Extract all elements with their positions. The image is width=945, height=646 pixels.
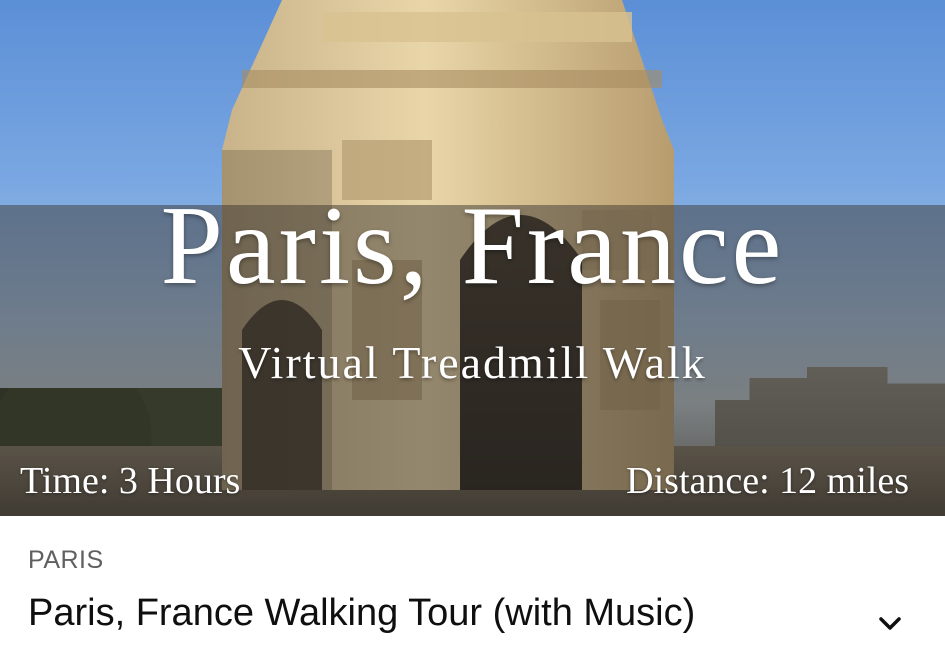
channel-label[interactable]: PARIS: [28, 546, 104, 575]
thumbnail-title: Paris, France: [160, 184, 785, 308]
thumbnail-subtitle: Virtual Treadmill Walk: [238, 337, 707, 388]
video-thumbnail[interactable]: Paris, France Virtual Treadmill Walk Tim…: [0, 0, 945, 516]
video-title[interactable]: Paris, France Walking Tour (with Music): [28, 592, 695, 635]
thumbnail-distance: Distance: 12 miles: [626, 460, 909, 502]
thumbnail-time: Time: 3 Hours: [20, 460, 241, 502]
video-info-panel: PARIS Paris, France Walking Tour (with M…: [0, 516, 945, 643]
chevron-down-icon: [879, 617, 901, 630]
expand-description-button[interactable]: [868, 602, 912, 646]
